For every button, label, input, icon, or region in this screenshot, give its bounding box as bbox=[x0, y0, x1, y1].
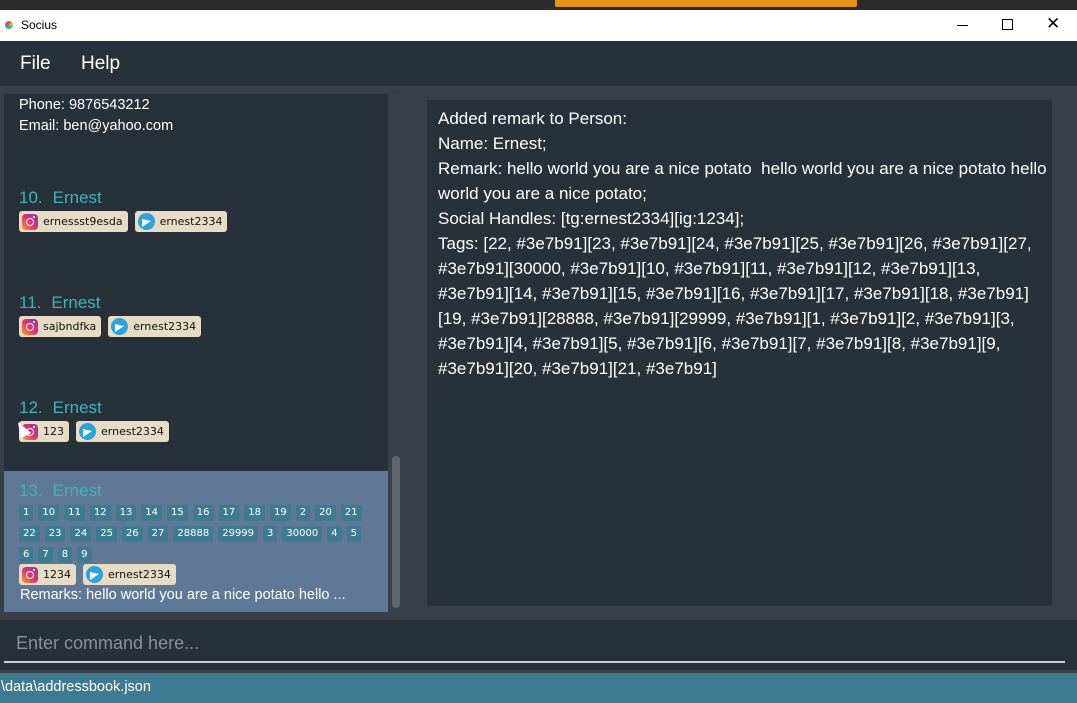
tag-chip: 2 bbox=[295, 505, 311, 521]
telegram-icon bbox=[86, 566, 103, 583]
title-bar: Socius ✕ bbox=[0, 10, 1077, 41]
person-index: 12. bbox=[19, 398, 43, 417]
save-location: \data\addressbook.json bbox=[1, 679, 151, 695]
app-icon bbox=[5, 21, 13, 29]
tag-chip: 5 bbox=[346, 526, 361, 542]
taskbar-active-indicator bbox=[555, 0, 857, 7]
person-index: 11. bbox=[19, 293, 42, 312]
person-name: 11. Ernest bbox=[19, 293, 101, 313]
person-email: Email: ben@yahoo.com bbox=[19, 118, 174, 134]
person-card[interactable]: 12. Ernest 123 ernest2334 bbox=[4, 398, 388, 471]
tag-chip: 25 bbox=[96, 526, 117, 542]
tag-chip: 14 bbox=[141, 505, 163, 521]
person-phone: Phone: 9876543212 bbox=[19, 97, 150, 113]
telegram-handle: ernest2334 bbox=[134, 211, 228, 232]
social-handles: ernessst9esda ernest2334 bbox=[19, 211, 228, 232]
maximize-button[interactable] bbox=[985, 10, 1031, 41]
tag-chip: 30000 bbox=[282, 526, 323, 542]
tag-chip: 23 bbox=[44, 526, 66, 542]
social-handles: 1234 ernest2334 bbox=[19, 564, 176, 585]
person-name-text: Ernest bbox=[52, 188, 102, 207]
tag-chip: 8 bbox=[57, 547, 73, 563]
telegram-icon bbox=[137, 213, 155, 230]
person-name: 13. Ernest bbox=[19, 481, 102, 501]
social-handles: 123 ernest2334 bbox=[19, 421, 169, 442]
tag-chip: 27 bbox=[147, 526, 169, 542]
person-name: 12. Ernest bbox=[19, 398, 102, 418]
tag-chip: 17 bbox=[218, 505, 240, 521]
person-card[interactable]: 10. Ernest ernessst9esda ernest2334 bbox=[4, 188, 388, 293]
scrollbar-thumb[interactable] bbox=[392, 456, 400, 608]
telegram-icon bbox=[79, 423, 96, 440]
menu-bar: File Help bbox=[0, 41, 1077, 86]
tag-chip: 10 bbox=[38, 505, 60, 521]
menu-help[interactable]: Help bbox=[81, 53, 120, 75]
close-button[interactable]: ✕ bbox=[1031, 10, 1077, 41]
person-name-text: Ernest bbox=[52, 481, 102, 500]
window-title: Socius bbox=[21, 18, 58, 32]
result-text: Added remark to Person: Name: Ernest; Re… bbox=[438, 109, 1047, 378]
tag-chip: 20 bbox=[315, 505, 336, 521]
instagram-icon bbox=[22, 566, 38, 583]
telegram-handle-text: ernest2334 bbox=[101, 425, 164, 438]
tag-chip: 12 bbox=[89, 505, 111, 521]
tag-chip: 18 bbox=[244, 505, 265, 521]
tag-chip: 24 bbox=[70, 526, 92, 542]
status-bar: \data\addressbook.json bbox=[0, 673, 1077, 703]
tag-chip: 19 bbox=[269, 505, 291, 521]
instagram-handle-text: 1234 bbox=[43, 568, 71, 581]
person-index: 10. bbox=[19, 188, 43, 207]
telegram-handle-text: ernest2334 bbox=[133, 320, 197, 333]
tag-chip: 29999 bbox=[218, 526, 259, 542]
tag-chip: 7 bbox=[38, 547, 53, 563]
instagram-handle-text: ernessst9esda bbox=[43, 215, 123, 228]
tag-chip: 4 bbox=[327, 526, 342, 542]
tag-list: 1 10 11 12 13 14 15 16 17 18 19 2 20 21 22 23 24 25 26 27 28… bbox=[19, 505, 369, 563]
result-display[interactable]: Added remark to Person: Name: Ernest; Re… bbox=[427, 100, 1052, 606]
tag-chip: 1 bbox=[19, 505, 34, 521]
tag-chip: 3 bbox=[263, 526, 278, 542]
instagram-icon bbox=[22, 318, 38, 335]
tag-chip: 6 bbox=[19, 547, 34, 563]
person-remarks: Remarks: hello world you are a nice pota… bbox=[20, 587, 346, 603]
telegram-handle-text: ernest2334 bbox=[159, 215, 223, 228]
menu-file[interactable]: File bbox=[20, 53, 51, 75]
person-card-selected[interactable]: 13. Ernest 1 10 11 12 13 14 15 16 17 18 19 2 20 21 22 23… bbox=[4, 471, 388, 612]
social-handles: sajbndfka ernest2334 bbox=[19, 316, 202, 337]
instagram-handle: sajbndfka bbox=[19, 316, 102, 337]
tag-chip: 16 bbox=[192, 505, 214, 521]
telegram-icon bbox=[111, 318, 129, 335]
tag-chip: 22 bbox=[19, 526, 40, 542]
person-index: 13. bbox=[19, 481, 43, 500]
close-icon: ✕ bbox=[1046, 14, 1061, 34]
instagram-handle-text: sajbndfka bbox=[43, 320, 97, 333]
minimize-icon bbox=[957, 25, 968, 26]
instagram-handle: 1234 bbox=[19, 564, 76, 585]
tag-chip: 13 bbox=[115, 505, 137, 521]
tag-chip: 11 bbox=[64, 505, 85, 521]
telegram-handle-text: ernest2334 bbox=[108, 568, 171, 581]
telegram-handle: ernest2334 bbox=[108, 316, 202, 337]
person-name-text: Ernest bbox=[52, 398, 102, 417]
tag-chip: 9 bbox=[77, 547, 92, 563]
tag-chip: 26 bbox=[121, 526, 143, 542]
minimize-button[interactable] bbox=[939, 10, 985, 41]
tag-chip: 21 bbox=[340, 505, 362, 521]
taskbar-strip bbox=[0, 0, 1077, 10]
person-card[interactable]: 11. Ernest sajbndfka ernest2334 bbox=[4, 293, 388, 398]
command-input[interactable] bbox=[4, 625, 1065, 663]
person-list-panel[interactable]: Phone: 9876543212 Email: ben@yahoo.com 1… bbox=[4, 94, 388, 612]
tag-chip: 15 bbox=[167, 505, 188, 521]
telegram-handle: ernest2334 bbox=[83, 564, 176, 585]
tag-chip: 28888 bbox=[173, 526, 214, 542]
person-name: 10. Ernest bbox=[19, 188, 102, 208]
instagram-handle-text: 123 bbox=[43, 425, 64, 438]
instagram-handle: ernessst9esda bbox=[19, 211, 128, 232]
instagram-icon bbox=[22, 213, 38, 230]
maximize-icon bbox=[1002, 19, 1013, 30]
person-name-text: Ernest bbox=[51, 293, 101, 312]
telegram-handle: ernest2334 bbox=[76, 421, 169, 442]
